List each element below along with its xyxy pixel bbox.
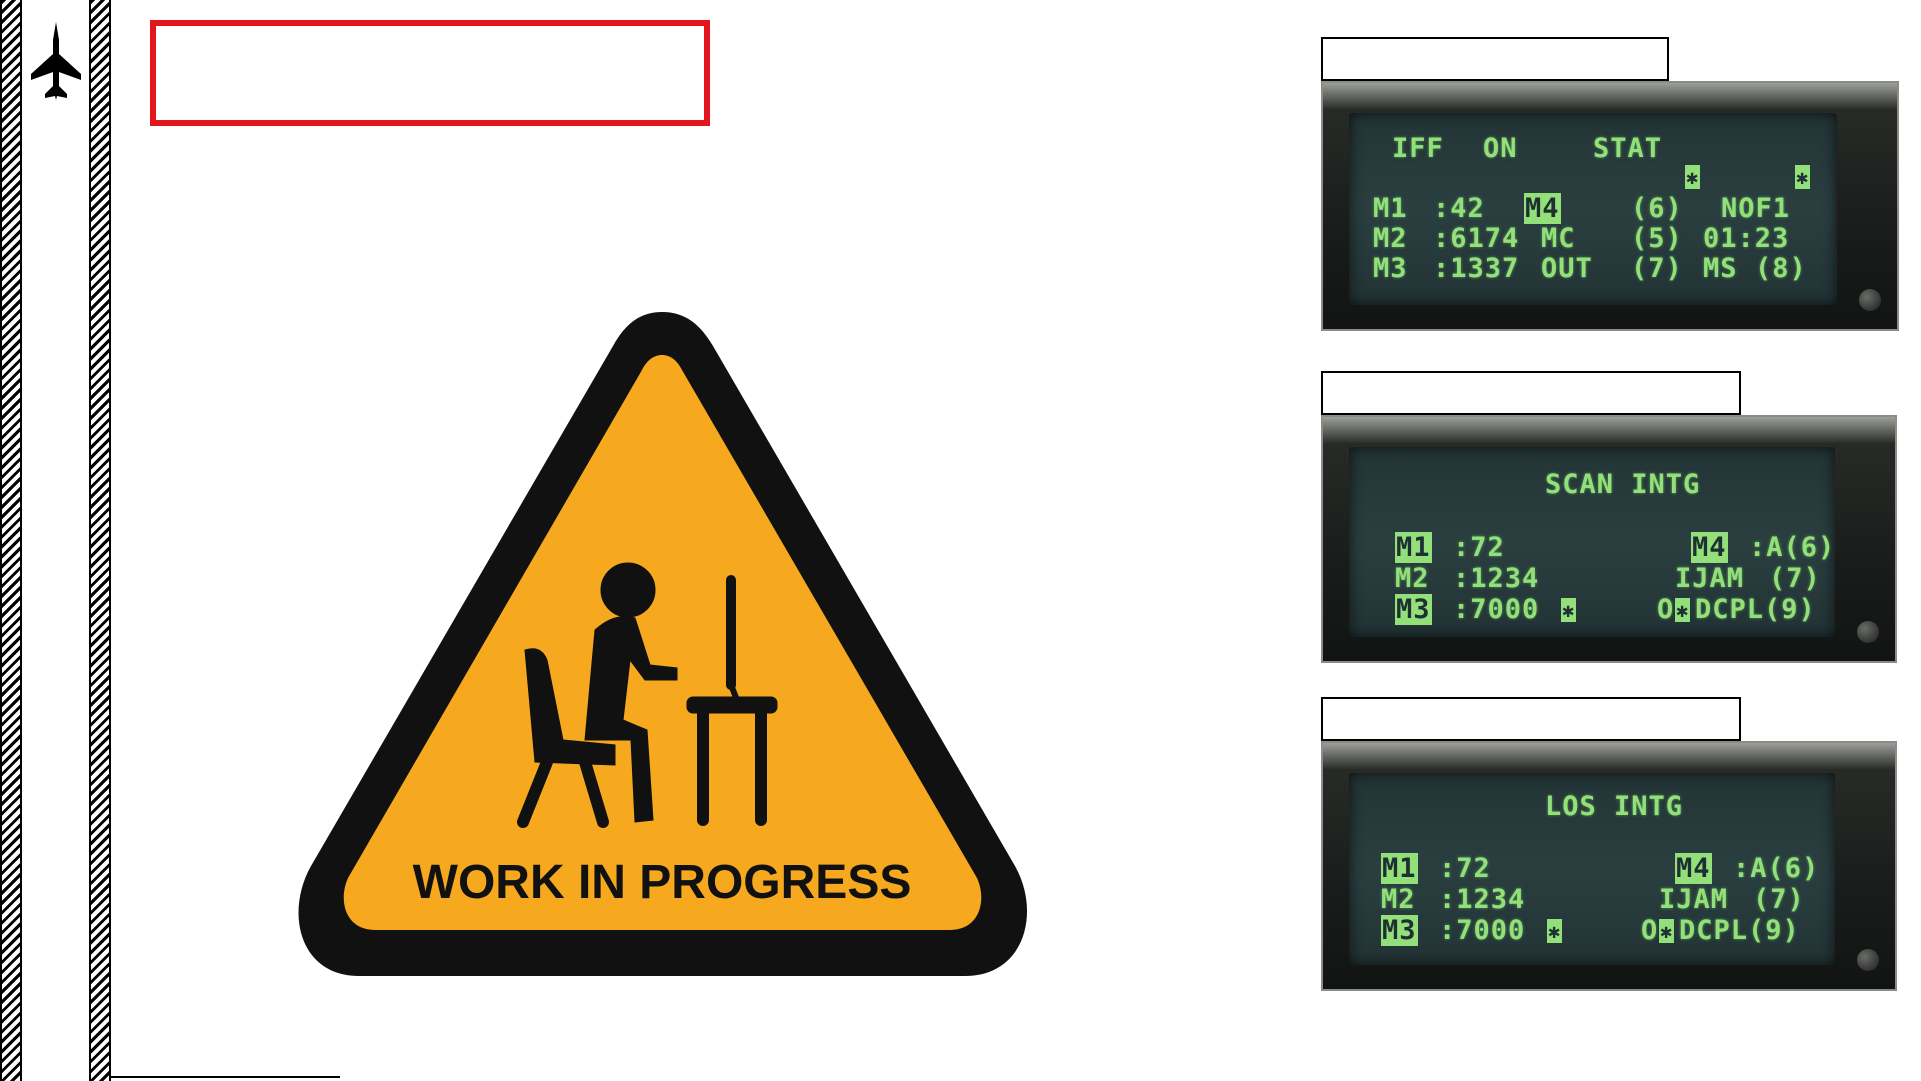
bottom-divider [110,1076,340,1078]
ded-cell: O [1657,594,1675,625]
ded-knob [1857,621,1879,643]
ded-page-title: SCAN INTG [1545,469,1701,500]
ded-cell: M1 [1373,193,1408,224]
caption-box-3 [1321,697,1741,741]
ded-cell: :1234 [1439,884,1526,915]
sign-text: WORK IN PROGRESS [413,856,912,909]
ded-cell-highlight: M3 [1395,594,1432,625]
ded-cell-highlight: M1 [1381,853,1418,884]
ded-cell: OUT [1541,253,1593,284]
asterisk-icon: ✱ [1547,919,1563,943]
ded-cell: MC [1541,223,1576,254]
ded-cell: M2 [1373,223,1408,254]
ded-cell: 01:23 [1703,223,1790,254]
ded-knob [1857,949,1879,971]
ded-cell: :7000 [1439,915,1526,946]
ded-cell: STAT [1593,133,1663,164]
ded-cell: :72 [1439,853,1491,884]
ded-panel-iff-stat: IFF ON STAT ✱ ✱ M1 :42 M4 (6) NOF1 M2 :6… [1321,81,1899,331]
warning-triangle-icon: WORK IN PROGRESS [298,312,1028,976]
left-rail [22,0,89,1081]
ded-cell-highlight: M4 [1675,853,1712,884]
left-rail-stripe-inner [89,0,111,1081]
title-placeholder-box [150,20,710,126]
ded-cell: IFF [1392,133,1444,164]
ded-cell-highlight: M1 [1395,532,1432,563]
ded-cell: :1234 [1453,563,1540,594]
ded-cell: M2 [1381,884,1416,915]
ded-cell: :A(6) [1749,532,1836,563]
ded-cell: M3 [1373,253,1408,284]
ded-cell: :A(6) [1733,853,1820,884]
ded-cell: (7) [1769,563,1821,594]
ded-cell: (5) [1631,223,1683,254]
ded-cell: IJAM [1675,563,1745,594]
ded-cell: M2 [1395,563,1430,594]
asterisk-icon: ✱ [1561,598,1577,622]
ded-cell: DCPL(9) [1695,594,1816,625]
ded-cell: (8) [1755,253,1807,284]
ded-cell: :72 [1453,532,1505,563]
ded-cell: (7) [1753,884,1805,915]
caption-box-2 [1321,371,1741,415]
ded-cell: :42 [1433,193,1485,224]
ded-cell: :7000 [1453,594,1540,625]
fighter-jet-icon [31,22,81,100]
ded-cell: O [1641,915,1659,946]
ded-page-title: LOS INTG [1545,791,1684,822]
ded-knob [1859,289,1881,311]
ded-cell: DCPL(9) [1679,915,1800,946]
ded-cell: (7) [1631,253,1683,284]
ded-cell: IJAM [1659,884,1729,915]
left-rail-stripe [0,0,22,1081]
ded-panel-scan-intg: SCAN INTG M1 :72 M4 :A(6) M2 :1234 IJAM … [1321,415,1897,663]
ded-cell: MS [1703,253,1738,284]
ded-cell-highlight: M4 [1524,193,1561,224]
ded-cell: NOF1 [1721,193,1791,224]
ded-cell-highlight: M3 [1381,915,1418,946]
ded-cell: (6) [1631,193,1683,224]
asterisk-icon: ✱ [1795,165,1811,189]
asterisk-icon: ✱ [1685,165,1701,189]
ded-cell-highlight: M4 [1691,532,1728,563]
caption-box-1 [1321,37,1669,81]
ded-panel-los-intg: LOS INTG M1 :72 M4 :A(6) M2 :1234 IJAM (… [1321,741,1897,991]
ded-cell: :1337 [1433,253,1520,284]
ded-cell: ON [1483,133,1518,164]
asterisk-icon: ✱ [1675,598,1691,622]
ded-cell: :6174 [1433,223,1520,254]
asterisk-icon: ✱ [1659,919,1675,943]
